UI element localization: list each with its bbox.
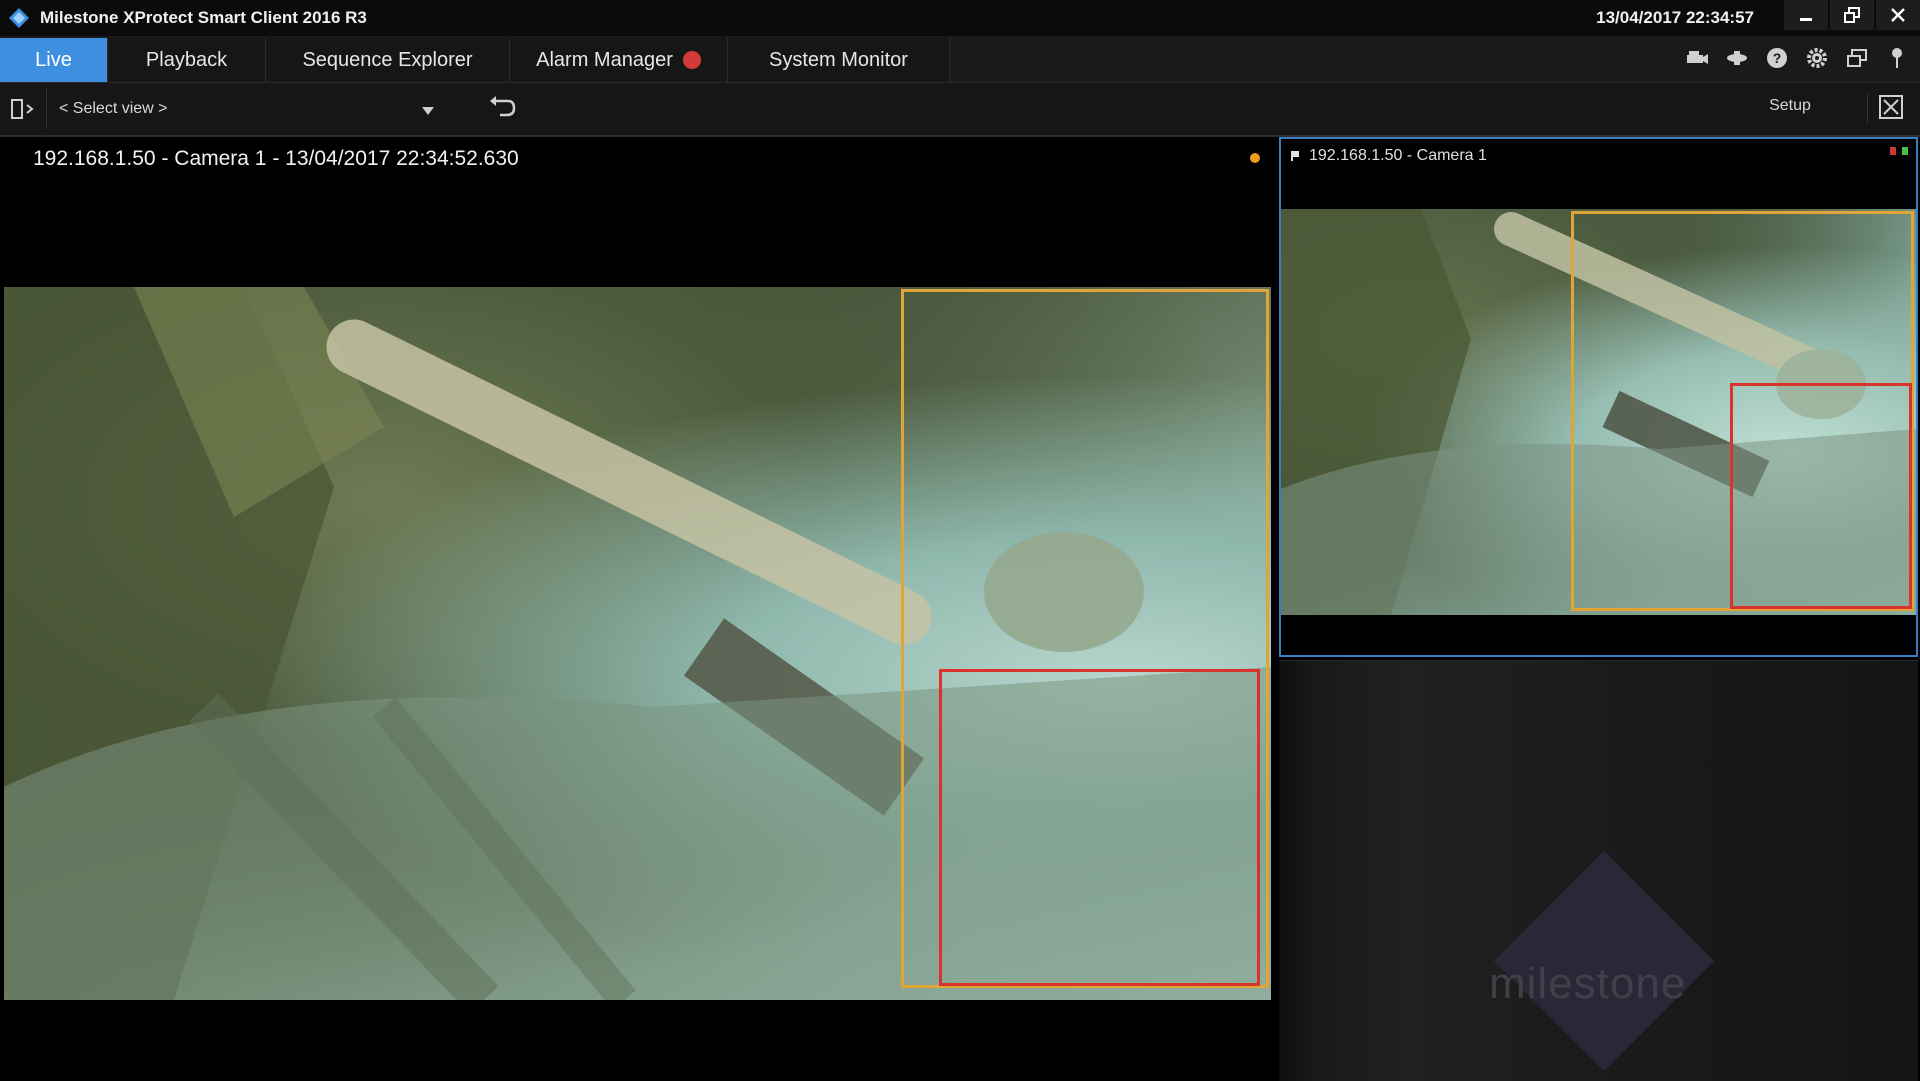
tab-label: Playback [145,48,228,71]
tab-playback[interactable]: Playback [108,38,266,82]
setup-button[interactable]: Setup [1742,97,1838,115]
chevron-down-icon [421,103,435,121]
camera-video-feed[interactable] [4,287,1271,1000]
tab-label: Live [35,48,72,71]
tab-label: Sequence Explorer [302,48,473,71]
side-camera-video-feed[interactable] [1281,209,1916,615]
panel-toggle-icon[interactable] [10,97,38,121]
workspace-tabs: Live Playback Sequence Explorer Alarm Ma… [0,36,1920,83]
clock: 13/04/2017 22:34:57 [1596,8,1754,27]
select-view-label: < Select view > [59,100,168,117]
select-view-dropdown[interactable]: < Select view > [46,89,447,129]
restore-button[interactable] [1830,0,1874,30]
side-camera-header: 192.168.1.50 - Camera 1 [1291,147,1487,165]
pin-icon[interactable] [1884,44,1910,72]
restore-icon [1844,7,1860,23]
window-title: Milestone XProtect Smart Client 2016 R3 [40,8,367,27]
minimize-button[interactable] [1784,0,1828,30]
side-camera-title: 192.168.1.50 - Camera 1 [1309,147,1487,164]
tab-label: Alarm Manager [536,48,673,71]
tab-live[interactable]: Live [0,38,108,82]
live-icon [1902,147,1908,155]
minimize-icon [1800,18,1812,21]
window-icon[interactable] [1844,44,1870,72]
camera-title: 192.168.1.50 - Camera 1 - 13/04/2017 22:… [33,147,519,170]
camera-status-icons [1890,147,1908,155]
side-detection-box-red [1730,383,1912,609]
tab-alarm-manager[interactable]: Alarm Manager [510,38,728,82]
bookmark-icon[interactable] [1724,44,1750,72]
recording-indicator [1250,153,1260,163]
detection-box-red [939,669,1260,986]
alert-icon [1890,147,1896,155]
help-icon[interactable]: ? [1764,44,1790,72]
toolbar-icons: ? [1684,44,1910,72]
flag-icon [1291,151,1299,161]
close-icon [1891,8,1905,22]
undo-view-icon[interactable] [488,95,518,123]
title-bar: Milestone XProtect Smart Client 2016 R3 … [0,0,1920,36]
window-controls [1782,0,1920,30]
fullscreen-icon[interactable] [1867,94,1908,124]
milestone-logo-icon [8,7,30,29]
main-camera-tile[interactable]: 192.168.1.50 - Camera 1 - 13/04/2017 22:… [0,137,1275,1080]
alarm-badge [682,51,701,69]
view-toolbar: < Select view > Setup [0,83,1920,137]
empty-camera-tile[interactable]: milestone [1279,660,1918,1081]
close-button[interactable] [1876,0,1920,30]
milestone-watermark: milestone [1489,959,1687,1008]
side-camera-tile[interactable]: 192.168.1.50 - Camera 1 [1279,137,1918,657]
camera-icon[interactable] [1684,44,1710,72]
tab-sequence-explorer[interactable]: Sequence Explorer [266,38,510,82]
tab-label: System Monitor [769,48,908,71]
settings-icon[interactable] [1804,44,1830,72]
tab-system-monitor[interactable]: System Monitor [728,38,950,82]
svg-text:?: ? [1773,50,1782,66]
